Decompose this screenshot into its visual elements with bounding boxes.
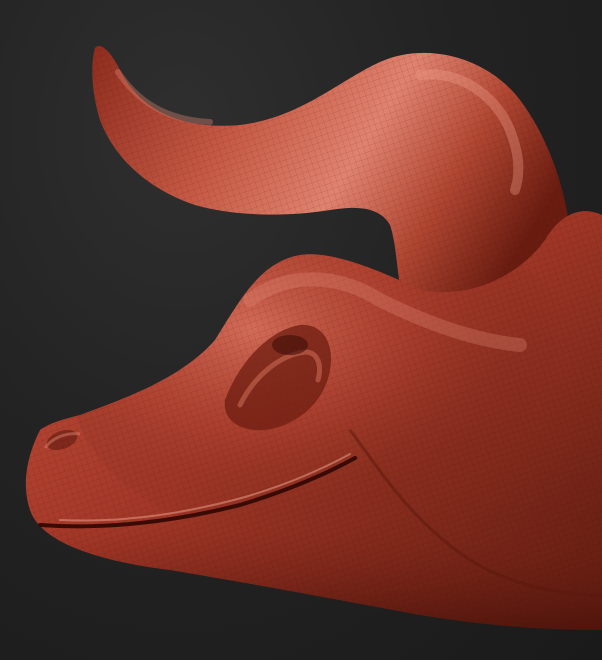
sculpt-canvas[interactable] (0, 0, 602, 660)
sculpt-viewport[interactable] (0, 0, 602, 660)
